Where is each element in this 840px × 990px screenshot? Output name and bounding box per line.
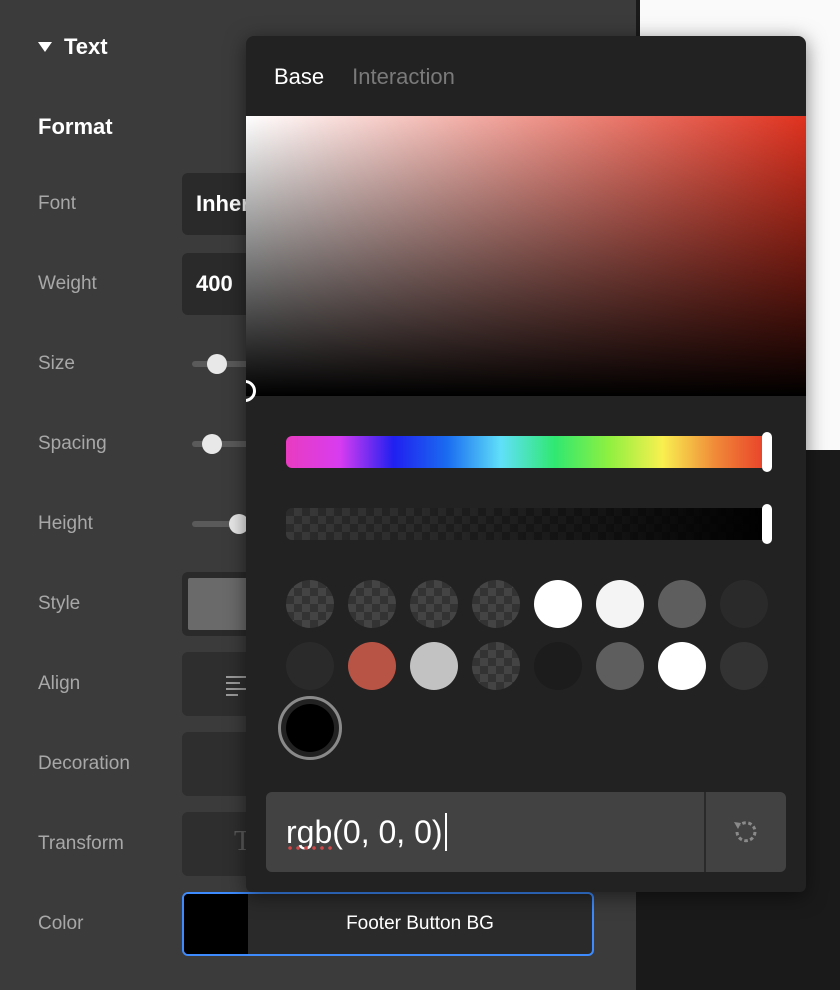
tab-interaction[interactable]: Interaction	[352, 64, 455, 90]
color-chip	[184, 894, 248, 954]
transform-label: Transform	[38, 833, 124, 854]
text-caret	[444, 813, 447, 851]
saturation-area[interactable]	[246, 116, 806, 402]
transparent-swatch[interactable]	[286, 580, 334, 628]
align-left-icon	[226, 676, 246, 700]
transparent-swatch[interactable]	[472, 580, 520, 628]
format-heading: Format	[38, 114, 113, 139]
color-swatch[interactable]	[596, 642, 644, 690]
height-label: Height	[38, 513, 93, 534]
selected-color-fill	[286, 704, 334, 752]
spacing-slider-thumb[interactable]	[202, 434, 222, 454]
transform-button[interactable]: T	[182, 812, 252, 876]
color-field[interactable]: Footer Button BG	[182, 892, 594, 956]
color-swatch[interactable]	[720, 642, 768, 690]
saturation-handle[interactable]	[246, 380, 256, 402]
size-label: Size	[38, 353, 75, 374]
color-swatch[interactable]	[286, 642, 334, 690]
color-picker-popover: Base Interaction rgb(0, 0, 0)	[246, 36, 806, 892]
style-preview	[188, 578, 248, 630]
color-swatch[interactable]	[658, 580, 706, 628]
color-swatch[interactable]	[348, 642, 396, 690]
color-swatch[interactable]	[596, 580, 644, 628]
style-label: Style	[38, 593, 81, 614]
hue-slider[interactable]	[286, 436, 770, 468]
font-label: Font	[38, 193, 77, 214]
section-header-text[interactable]: Text	[38, 34, 108, 60]
spacing-label: Spacing	[38, 433, 107, 454]
color-value-input-wrap: rgb(0, 0, 0)	[266, 792, 786, 872]
style-selector[interactable]	[182, 572, 252, 636]
decoration-label: Decoration	[38, 753, 130, 774]
color-value-text: rgb(0, 0, 0)	[286, 813, 443, 850]
spacing-slider-track[interactable]	[192, 441, 252, 447]
caret-down-icon	[38, 42, 52, 52]
alpha-slider[interactable]	[286, 508, 770, 540]
color-swatch[interactable]	[720, 580, 768, 628]
weight-value: 400	[196, 271, 233, 296]
spellcheck-underline	[286, 846, 332, 850]
hue-slider-handle[interactable]	[762, 432, 772, 472]
alpha-slider-handle[interactable]	[762, 504, 772, 544]
transparent-swatch[interactable]	[410, 580, 458, 628]
color-swatch[interactable]	[534, 580, 582, 628]
transparent-swatch[interactable]	[472, 642, 520, 690]
decoration-button[interactable]	[182, 732, 252, 796]
align-label: Align	[38, 673, 81, 694]
tab-base[interactable]: Base	[274, 64, 324, 90]
color-name: Footer Button BG	[346, 913, 494, 934]
color-swatch[interactable]	[658, 642, 706, 690]
color-label: Color	[38, 913, 84, 934]
reset-icon	[734, 821, 757, 843]
align-left-button[interactable]	[182, 652, 252, 716]
picker-tabs: Base Interaction	[274, 64, 455, 90]
color-swatch[interactable]	[410, 642, 458, 690]
reset-button[interactable]	[704, 792, 786, 872]
color-value-input[interactable]: rgb(0, 0, 0)	[286, 792, 447, 872]
transparent-swatch[interactable]	[348, 580, 396, 628]
size-slider-thumb[interactable]	[207, 354, 227, 374]
color-swatch[interactable]	[534, 642, 582, 690]
section-title: Text	[64, 34, 108, 59]
weight-label: Weight	[38, 273, 97, 294]
selected-color-swatch[interactable]	[278, 696, 342, 760]
